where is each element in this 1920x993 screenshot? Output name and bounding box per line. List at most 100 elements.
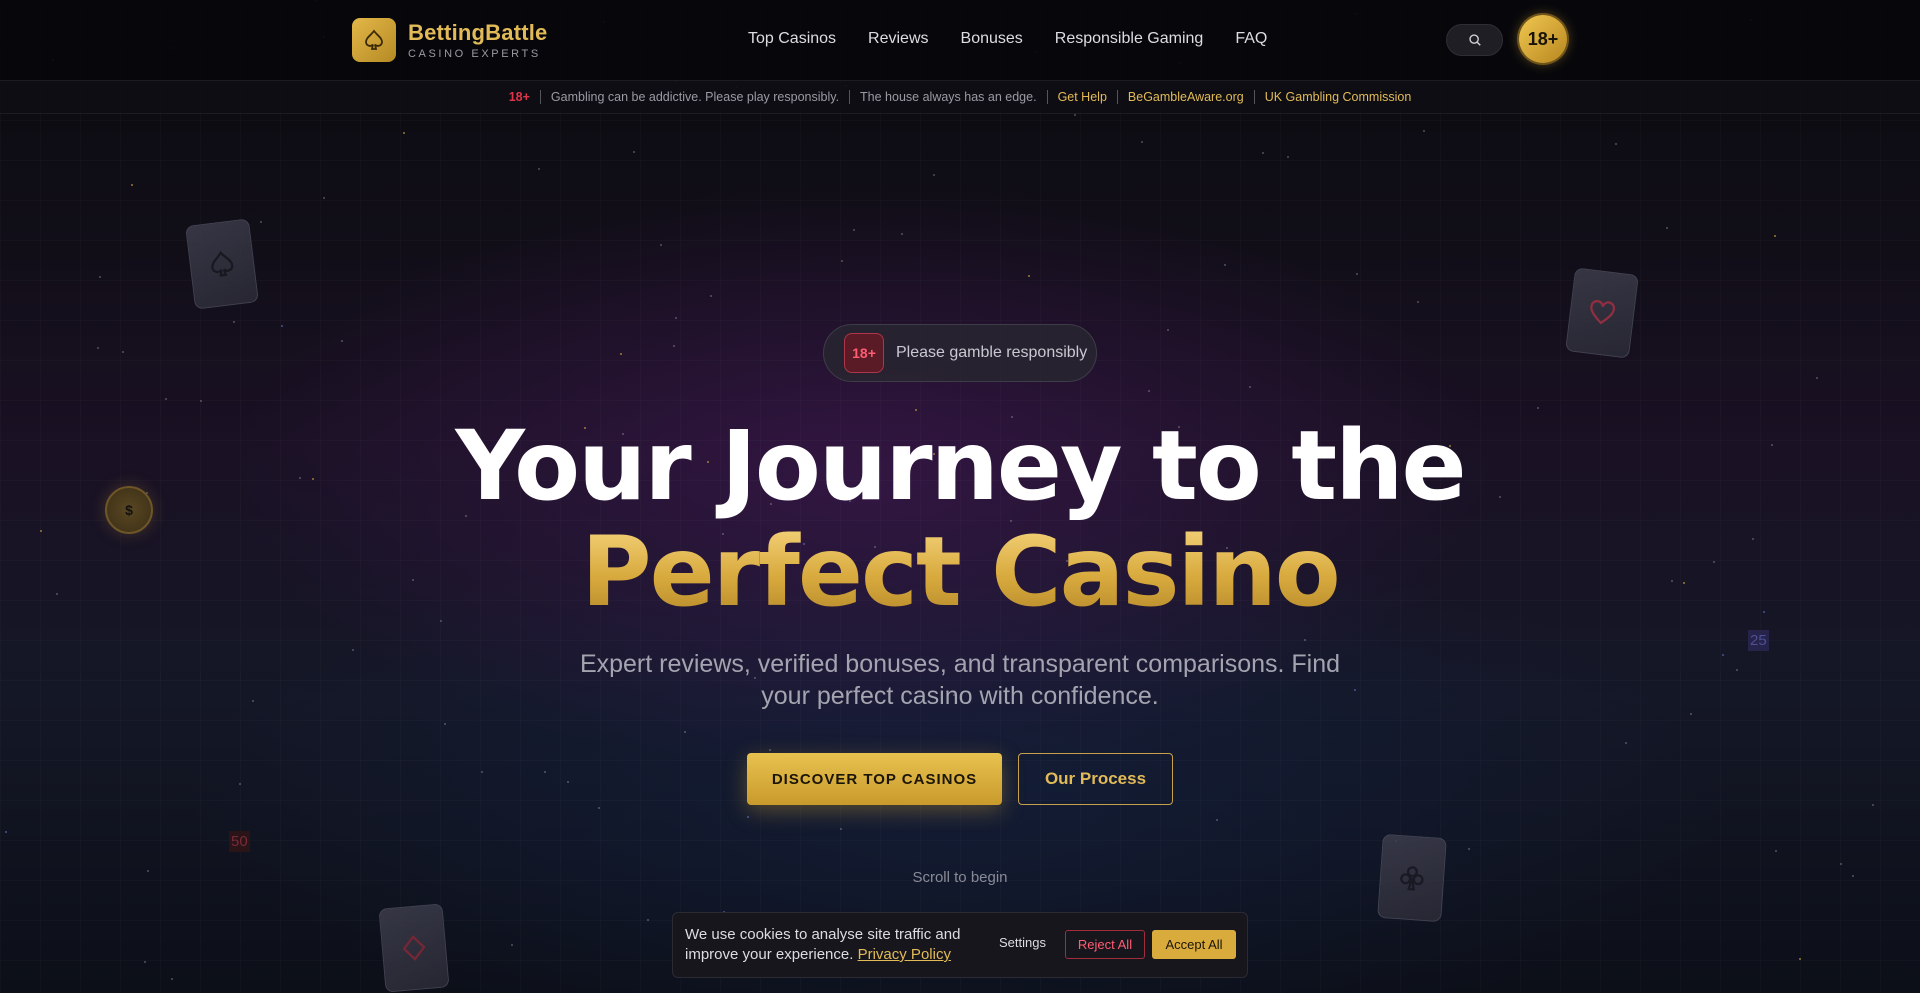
star-dot: [5, 831, 7, 833]
cookie-banner: We use cookies to analyse site traffic a…: [672, 912, 1248, 978]
our-process-button[interactable]: Our Process: [1018, 753, 1173, 805]
diamond-icon: [402, 935, 426, 961]
star-dot: [1216, 819, 1218, 821]
star-dot: [281, 325, 283, 327]
divider: [539, 90, 541, 104]
star-dot: [1141, 141, 1143, 143]
heart-icon: [1590, 300, 1616, 325]
search-button[interactable]: [1446, 24, 1503, 56]
star-dot: [403, 132, 405, 134]
nav-top-casinos[interactable]: Top Casinos: [748, 30, 836, 48]
star-dot: [710, 295, 712, 297]
star-dot: [171, 978, 173, 980]
divider: [849, 90, 851, 104]
star-dot: [1666, 227, 1668, 229]
hero-title-line2: Perfect Casino: [0, 524, 1920, 620]
cookie-settings-button[interactable]: Settings: [999, 935, 1046, 950]
star-dot: [933, 174, 935, 176]
nav-faq[interactable]: FAQ: [1235, 30, 1267, 48]
link-uk-gambling-commission[interactable]: UK Gambling Commission: [1265, 90, 1412, 104]
discover-top-casinos-button[interactable]: DISCOVER TOP CASINOS: [747, 753, 1002, 805]
star-dot: [511, 944, 513, 946]
star-dot: [323, 197, 325, 199]
star-dot: [1148, 390, 1150, 392]
star-dot: [567, 781, 569, 783]
star-dot: [660, 244, 662, 246]
star-dot: [1074, 114, 1076, 116]
star-dot: [1224, 264, 1226, 266]
star-dot: [1417, 301, 1419, 303]
cookie-text: We use cookies to analyse site traffic a…: [685, 925, 975, 965]
spade-icon: [352, 18, 396, 62]
link-begambleaware[interactable]: BeGambleAware.org: [1128, 90, 1244, 104]
brand-tagline: CASINO EXPERTS: [408, 48, 541, 60]
pill-age-badge: 18+: [844, 333, 884, 373]
nav-bonuses[interactable]: Bonuses: [961, 30, 1023, 48]
search-icon: [1468, 34, 1481, 46]
star-dot: [769, 749, 771, 751]
nav-responsible-gaming[interactable]: Responsible Gaming: [1055, 30, 1204, 48]
accept-all-button[interactable]: Accept All: [1152, 930, 1236, 959]
notice-edge: The house always has an edge.: [860, 90, 1037, 104]
privacy-policy-link[interactable]: Privacy Policy: [858, 946, 951, 963]
pill-text: Please gamble responsibly: [896, 344, 1088, 361]
star-dot: [841, 260, 843, 262]
star-dot: [165, 398, 167, 400]
star-dot: [122, 351, 124, 353]
star-dot: [1840, 863, 1842, 865]
floating-chip-25: 25: [1748, 630, 1769, 651]
star-dot: [598, 807, 600, 809]
star-dot: [620, 353, 622, 355]
star-dot: [1736, 669, 1738, 671]
star-dot: [901, 233, 903, 235]
star-dot: [481, 771, 483, 773]
star-dot: [233, 321, 235, 323]
spade-icon: [211, 251, 234, 277]
star-dot: [352, 649, 354, 651]
reject-all-button[interactable]: Reject All: [1065, 930, 1145, 959]
nav-reviews[interactable]: Reviews: [868, 30, 928, 48]
brand-name: BettingBattle: [408, 20, 548, 45]
divider: [1116, 90, 1118, 104]
star-dot: [840, 828, 842, 830]
star-dot: [1775, 850, 1777, 852]
star-dot: [673, 345, 675, 347]
floating-card-spade: [185, 218, 259, 310]
main-nav: Top Casinos Reviews Bonuses Responsible …: [748, 30, 1299, 48]
star-dot: [1690, 713, 1692, 715]
floating-card-heart: [1565, 267, 1639, 359]
star-dot: [1537, 407, 1539, 409]
star-dot: [1615, 143, 1617, 145]
star-dot: [131, 184, 133, 186]
floating-chip-50: 50: [229, 831, 250, 852]
divider: [1046, 90, 1048, 104]
star-dot: [633, 151, 635, 153]
star-dot: [252, 700, 254, 702]
brand-logo[interactable]: BettingBattle CASINO EXPERTS: [352, 18, 548, 62]
floating-card-diamond: [378, 903, 450, 993]
star-dot: [440, 620, 442, 622]
star-dot: [99, 276, 101, 278]
star-dot: [341, 340, 343, 342]
star-dot: [684, 731, 686, 733]
hero-title-line1: Your Journey to the: [455, 410, 1466, 522]
star-dot: [747, 816, 749, 818]
link-get-help[interactable]: Get Help: [1058, 90, 1107, 104]
star-dot: [260, 221, 262, 223]
star-dot: [1774, 235, 1776, 237]
star-dot: [1287, 156, 1289, 158]
divider: [1253, 90, 1255, 104]
star-dot: [1356, 273, 1358, 275]
age-badge: 18+: [1519, 15, 1567, 63]
star-dot: [1722, 654, 1724, 656]
hero-subtitle: Expert reviews, verified bonuses, and tr…: [579, 650, 1341, 710]
star-dot: [239, 783, 241, 785]
star-dot: [1468, 848, 1470, 850]
star-dot: [200, 400, 202, 402]
star-dot: [1304, 639, 1306, 641]
star-dot: [1625, 742, 1627, 744]
star-dot: [444, 723, 446, 725]
star-dot: [1423, 130, 1425, 132]
scroll-hint: Scroll to begin: [912, 869, 1008, 886]
star-dot: [1167, 329, 1169, 331]
